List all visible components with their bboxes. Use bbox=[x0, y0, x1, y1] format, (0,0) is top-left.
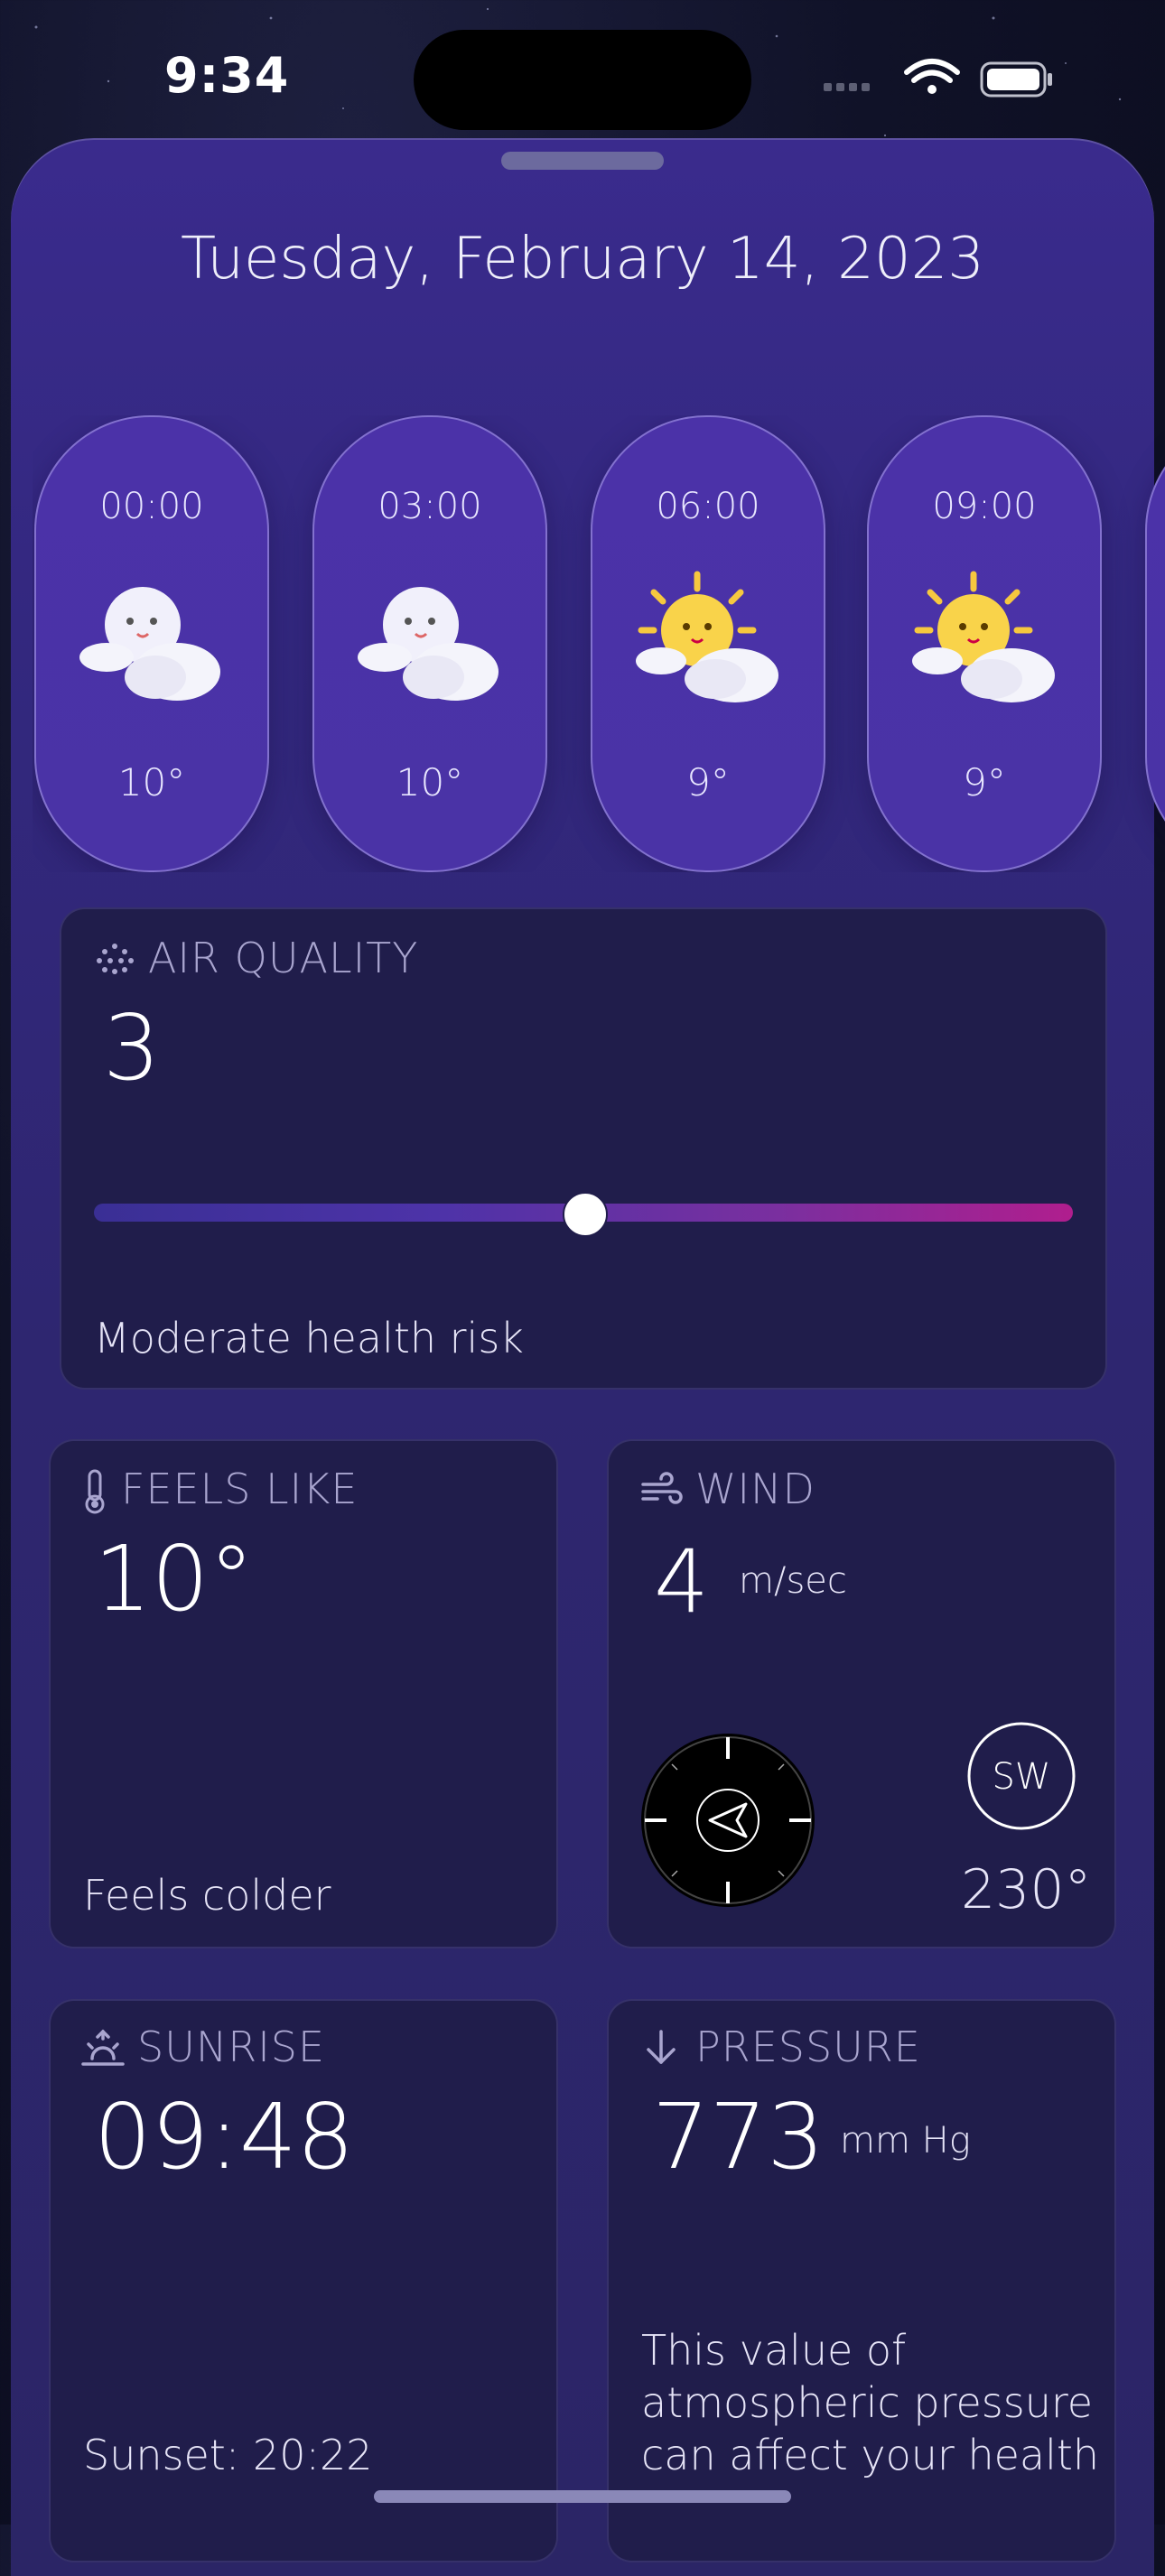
hourly-forecast[interactable]: 00:00 10° 03:00 10° 06:00 9° 09:00 9° bbox=[33, 415, 1165, 872]
moon-cloud-icon bbox=[79, 587, 220, 701]
wind-direction: SW bbox=[993, 1756, 1051, 1798]
arrow-down-icon bbox=[647, 2030, 676, 2064]
status-icons bbox=[824, 59, 1052, 98]
hour-temp: 9° bbox=[963, 760, 1006, 804]
moon-cloud-icon bbox=[358, 587, 499, 701]
hour-card[interactable]: 03:00 10° bbox=[312, 415, 547, 872]
status-time: 9:34 bbox=[164, 47, 290, 104]
date-title: Tuesday, February 14, 2023 bbox=[181, 226, 984, 293]
hour-card[interactable]: 06:00 9° bbox=[591, 415, 825, 872]
feels-like-value: 10° bbox=[94, 1526, 255, 1632]
feels-like-description: Feels colder bbox=[83, 1871, 331, 1920]
sun-cloud-icon bbox=[636, 571, 778, 702]
home-indicator[interactable] bbox=[374, 2490, 791, 2503]
wind-title: WIND bbox=[695, 1465, 816, 1513]
air-quality-description: Moderate health risk bbox=[94, 1314, 524, 1362]
wind-degrees: 230° bbox=[961, 1858, 1092, 1921]
wind-unit: m/sec bbox=[739, 1560, 847, 1602]
sun-cloud-icon bbox=[912, 571, 1055, 702]
sheet-grabber[interactable] bbox=[501, 152, 664, 170]
cellular-signal-icon bbox=[824, 83, 870, 91]
pressure-description-line: can affect your health bbox=[641, 2431, 1100, 2479]
hour-temp: 9° bbox=[686, 760, 730, 804]
dynamic-island bbox=[414, 30, 751, 130]
hour-temp: 10° bbox=[117, 760, 186, 804]
wifi-icon bbox=[904, 59, 960, 83]
pressure-unit: mm Hg bbox=[840, 2120, 971, 2162]
wind-direction-badge: SW bbox=[967, 1722, 1076, 1830]
sunset-time: Sunset: 20:22 bbox=[83, 2431, 373, 2479]
air-quality-value: 3 bbox=[103, 995, 161, 1101]
thermometer-icon bbox=[85, 1469, 105, 1514]
air-quality-indicator bbox=[563, 1192, 608, 1237]
pressure-value: 773 bbox=[652, 2084, 825, 2190]
hour-card[interactable]: 00:00 10° bbox=[34, 415, 269, 872]
air-quality-title: AIR QUALITY bbox=[148, 934, 419, 982]
hour-temp: 10° bbox=[396, 760, 464, 804]
hour-time: 06:00 bbox=[656, 486, 760, 527]
wind-icon bbox=[641, 1472, 683, 1504]
hour-card[interactable] bbox=[1145, 415, 1165, 872]
sunrise-title: SUNRISE bbox=[137, 2023, 326, 2071]
feels-like-title: FEELS LIKE bbox=[121, 1465, 359, 1513]
pressure-description-line: This value of bbox=[641, 2326, 907, 2375]
hour-time: 03:00 bbox=[377, 486, 482, 527]
hour-card[interactable]: 09:00 9° bbox=[867, 415, 1102, 872]
wind-speed: 4 bbox=[654, 1531, 710, 1632]
battery-icon bbox=[980, 61, 1052, 98]
sunrise-time: 09:48 bbox=[94, 2084, 355, 2190]
compass-icon bbox=[641, 1734, 815, 1907]
pressure-title: PRESSURE bbox=[695, 2023, 921, 2071]
hour-time: 00:00 bbox=[99, 486, 204, 527]
pressure-description-line: atmospheric pressure bbox=[641, 2378, 1094, 2427]
air-particles-icon bbox=[97, 944, 134, 974]
hour-time: 09:00 bbox=[932, 486, 1037, 527]
sunrise-icon bbox=[81, 2029, 125, 2066]
